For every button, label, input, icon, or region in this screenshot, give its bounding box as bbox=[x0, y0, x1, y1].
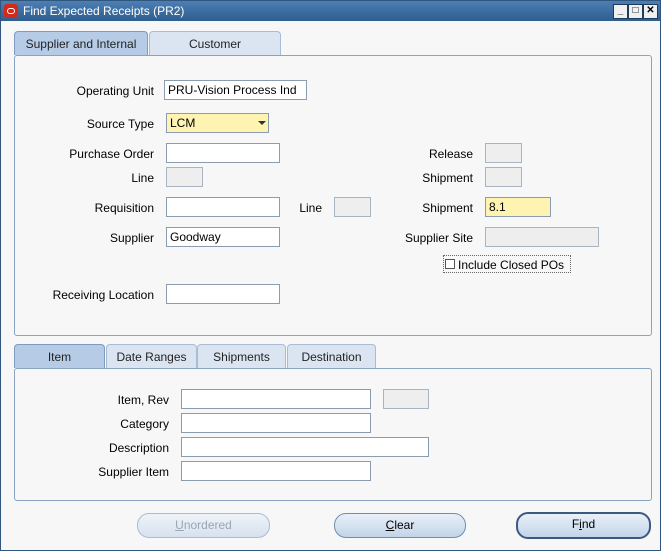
purchase-order-field[interactable] bbox=[166, 143, 280, 163]
item-rev-label: Item, Rev bbox=[117, 393, 169, 407]
release-field[interactable] bbox=[485, 143, 522, 163]
release-label: Release bbox=[428, 147, 473, 161]
requisition-field[interactable] bbox=[166, 197, 280, 217]
requisition-label: Requisition bbox=[94, 201, 154, 215]
description-field[interactable] bbox=[181, 437, 429, 457]
include-closed-pos-checkbox[interactable] bbox=[445, 259, 455, 269]
tab-date-ranges[interactable]: Date Ranges bbox=[106, 344, 197, 368]
tab-item[interactable]: Item bbox=[14, 344, 105, 368]
supplier-item-label: Supplier Item bbox=[98, 465, 169, 479]
operating-unit-field[interactable]: PRU-Vision Process Ind bbox=[164, 80, 307, 100]
supplier-site-field[interactable] bbox=[485, 227, 599, 247]
clear-button[interactable]: Clear bbox=[334, 513, 466, 538]
find-expected-receipts-window: Find Expected Receipts (PR2) _ □ ✕ Suppl… bbox=[0, 0, 661, 551]
po-line-label: Line bbox=[131, 171, 154, 185]
window-title: Find Expected Receipts (PR2) bbox=[23, 4, 185, 18]
revision-field[interactable] bbox=[383, 389, 429, 409]
operating-unit-label: Operating Unit bbox=[76, 84, 154, 98]
tab-shipments[interactable]: Shipments bbox=[197, 344, 286, 368]
include-closed-pos-label: Include Closed POs bbox=[458, 258, 565, 272]
receiving-location-label: Receiving Location bbox=[52, 288, 154, 302]
oracle-app-icon bbox=[4, 4, 18, 18]
chevron-down-icon bbox=[258, 121, 266, 125]
find-button[interactable]: Find bbox=[516, 512, 651, 539]
tab-customer[interactable]: Customer bbox=[149, 31, 281, 55]
source-type-label: Source Type bbox=[86, 117, 154, 131]
find-label: nd bbox=[581, 517, 596, 531]
unordered-button[interactable]: Unordered bbox=[137, 513, 270, 538]
po-shipment-label: Shipment bbox=[422, 171, 473, 185]
item-panel bbox=[14, 368, 652, 501]
tab-supplier-and-internal[interactable]: Supplier and Internal bbox=[14, 31, 148, 55]
po-line-field[interactable] bbox=[166, 167, 203, 187]
clear-label: lear bbox=[394, 518, 415, 532]
category-label: Category bbox=[120, 417, 169, 431]
source-type-value: LCM bbox=[170, 116, 196, 130]
req-line-label: Line bbox=[299, 201, 322, 215]
req-line-field[interactable] bbox=[334, 197, 371, 217]
supplier-field[interactable]: Goodway bbox=[166, 227, 280, 247]
category-field[interactable] bbox=[181, 413, 371, 433]
purchase-order-label: Purchase Order bbox=[69, 147, 154, 161]
include-closed-pos-toggle[interactable]: Include Closed POs bbox=[443, 255, 571, 273]
minimize-button[interactable]: _ bbox=[613, 4, 628, 19]
description-label: Description bbox=[108, 441, 169, 455]
maximize-button[interactable]: □ bbox=[628, 4, 643, 19]
supplier-label: Supplier bbox=[109, 231, 154, 245]
unordered-label: nordered bbox=[183, 518, 232, 532]
receiving-location-field[interactable] bbox=[166, 284, 280, 304]
supplier-item-field[interactable] bbox=[181, 461, 371, 481]
title-bar: Find Expected Receipts (PR2) _ □ ✕ bbox=[1, 1, 660, 21]
unordered-mnemonic: U bbox=[175, 518, 184, 532]
item-field[interactable] bbox=[181, 389, 371, 409]
supplier-site-label: Supplier Site bbox=[404, 231, 473, 245]
req-shipment-label: Shipment bbox=[422, 201, 473, 215]
source-type-select[interactable]: LCM bbox=[166, 113, 269, 133]
tab-destination[interactable]: Destination bbox=[287, 344, 376, 368]
req-shipment-field[interactable]: 8.1 bbox=[485, 197, 551, 217]
close-button[interactable]: ✕ bbox=[643, 4, 658, 19]
po-shipment-field[interactable] bbox=[485, 167, 522, 187]
